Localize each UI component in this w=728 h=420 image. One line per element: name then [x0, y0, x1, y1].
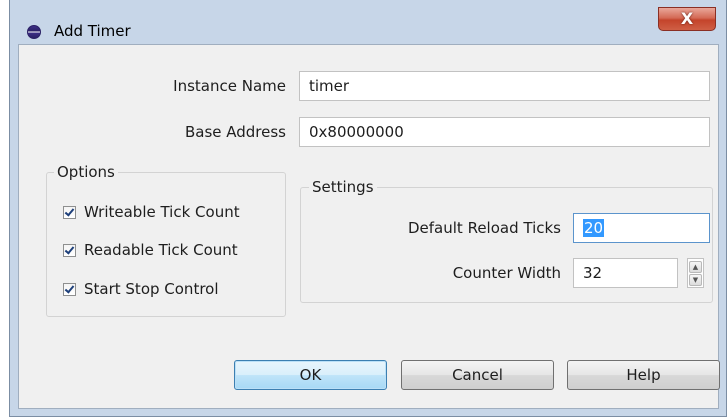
counter-width-spinner: ▲ ▼ [687, 258, 704, 288]
window-title: Add Timer [54, 22, 131, 40]
spin-up-icon[interactable]: ▲ [689, 261, 702, 273]
options-legend: Options [54, 163, 118, 181]
title-bar[interactable]: Add Timer X [10, 0, 726, 44]
instance-name-input[interactable]: timer [299, 71, 710, 101]
readable-tick-count-label: Readable Tick Count [84, 241, 238, 259]
close-icon: X [680, 9, 694, 28]
base-address-input[interactable]: 0x80000000 [299, 117, 710, 147]
checkbox-checked-icon[interactable] [63, 244, 76, 257]
writeable-tick-count-checkbox[interactable]: Writeable Tick Count [63, 203, 273, 223]
spin-down-icon[interactable]: ▼ [689, 274, 702, 286]
options-group: Options Writeable Tick Count Readable Ti… [46, 163, 286, 317]
counter-width-label: Counter Width [452, 264, 561, 282]
checkbox-checked-icon[interactable] [63, 206, 76, 219]
writeable-tick-count-label: Writeable Tick Count [84, 203, 240, 221]
dialog-content: Instance Name timer Base Address 0x80000… [18, 44, 720, 409]
counter-width-input[interactable]: 32 [573, 258, 678, 288]
checkbox-checked-icon[interactable] [63, 283, 76, 296]
instance-name-label: Instance Name [173, 77, 286, 95]
ok-button[interactable]: OK [234, 360, 387, 390]
settings-legend: Settings [309, 178, 377, 196]
help-button[interactable]: Help [567, 360, 720, 390]
default-reload-ticks-label: Default Reload Ticks [408, 219, 561, 237]
start-stop-control-label: Start Stop Control [84, 280, 219, 298]
add-timer-dialog: Add Timer X Instance Name timer Base Add… [9, 0, 727, 417]
selected-text: 20 [583, 219, 605, 237]
cancel-button[interactable]: Cancel [401, 360, 554, 390]
default-reload-ticks-input[interactable]: 20 [573, 213, 710, 243]
readable-tick-count-checkbox[interactable]: Readable Tick Count [63, 241, 273, 261]
eclipse-icon [27, 25, 41, 39]
close-button[interactable]: X [658, 7, 716, 31]
base-address-label: Base Address [184, 123, 286, 141]
start-stop-control-checkbox[interactable]: Start Stop Control [63, 280, 273, 300]
